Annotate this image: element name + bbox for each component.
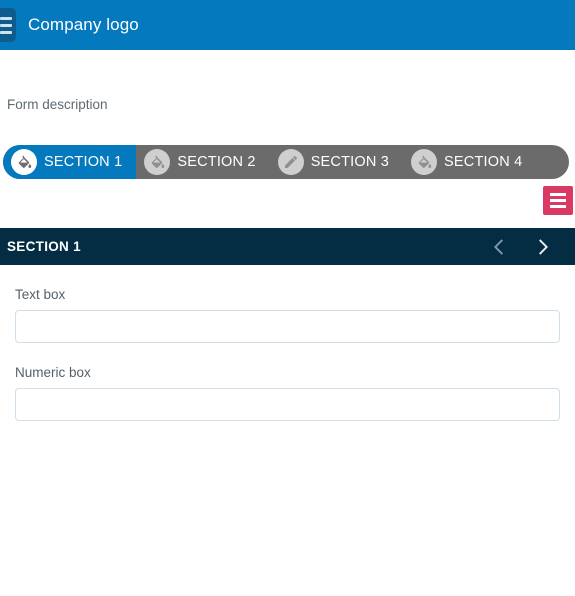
chevron-left-icon[interactable] — [489, 235, 511, 259]
tab-section-1[interactable]: SECTION 1 — [3, 145, 137, 179]
tab-label: SECTION 1 — [44, 154, 123, 170]
hamburger-menu-icon[interactable] — [0, 8, 16, 42]
hamburger-bar — [0, 16, 12, 20]
tab-label: SECTION 3 — [310, 154, 390, 170]
section-navigation — [489, 235, 553, 259]
hamburger-bar — [0, 30, 12, 34]
hamburger-bar — [550, 193, 566, 196]
pencil-icon — [277, 149, 304, 175]
field-label: Numeric box — [15, 365, 91, 380]
tab-label: SECTION 2 — [177, 154, 256, 170]
paint-bucket-icon — [411, 149, 438, 175]
field-text-box: Text box — [15, 287, 560, 343]
tab-label: SECTION 4 — [444, 154, 523, 170]
tab-section-4[interactable]: SECTION 4 — [403, 145, 536, 179]
hamburger-bar — [0, 23, 12, 27]
options-menu-button[interactable] — [543, 186, 573, 215]
tab-section-3[interactable]: SECTION 3 — [270, 145, 403, 179]
section-header: SECTION 1 — [0, 228, 575, 265]
hamburger-bar — [550, 199, 566, 202]
section-tab-strip: SECTION 1 SECTION 2 SECTION 3 SECTION 4 — [3, 145, 569, 179]
paint-bucket-icon — [11, 149, 37, 175]
form-description: Form description — [7, 97, 108, 112]
app-header-bar: Company logo — [0, 0, 575, 50]
page-title: Company logo — [28, 15, 139, 34]
clipped-text-strip — [0, 50, 575, 62]
hamburger-bar — [550, 205, 566, 208]
tab-section-2[interactable]: SECTION 2 — [136, 145, 269, 179]
text-box-input[interactable] — [15, 310, 560, 343]
section-header-title: SECTION 1 — [7, 239, 81, 254]
paint-bucket-icon — [144, 149, 171, 175]
numeric-box-input[interactable] — [15, 388, 560, 421]
field-label: Text box — [15, 287, 66, 302]
form-body: Text box Numeric box — [0, 265, 575, 421]
field-numeric-box: Numeric box — [15, 365, 560, 421]
chevron-right-icon[interactable] — [531, 235, 553, 259]
